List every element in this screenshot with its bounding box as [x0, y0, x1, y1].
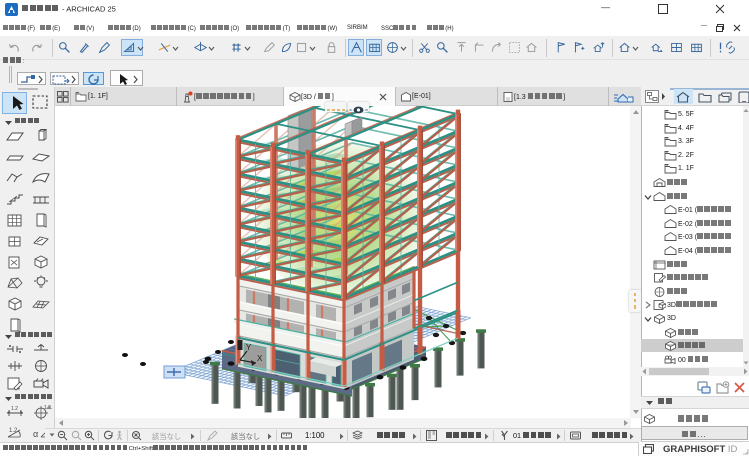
svg-text:X: X — [257, 354, 263, 363]
svg-text:1.2: 1.2 — [11, 406, 18, 412]
svg-text:1.2: 1.2 — [9, 428, 18, 434]
svg-text:Y: Y — [246, 343, 252, 352]
svg-text:α: α — [33, 429, 38, 439]
